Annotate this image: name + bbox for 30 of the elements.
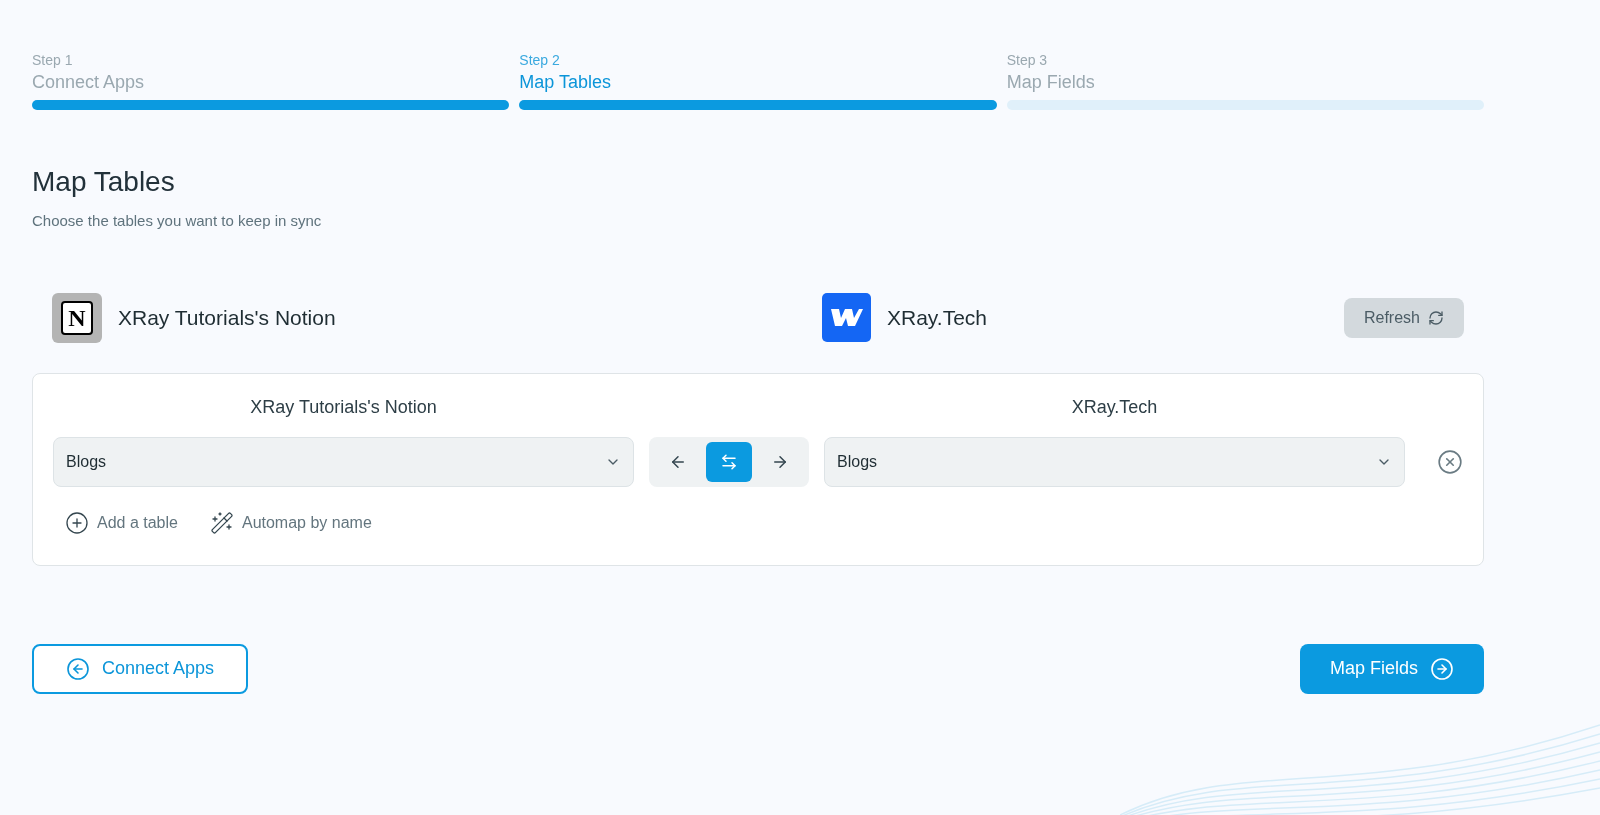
plus-circle-icon [65, 510, 89, 535]
automap-button[interactable]: Automap by name [209, 510, 372, 535]
app-logo: N [52, 292, 102, 343]
next-button[interactable]: Map Fields [1300, 643, 1484, 694]
close-circle-icon [1437, 448, 1463, 475]
arrow-right-circle-icon [1430, 656, 1454, 681]
step-number: Step 2 [519, 51, 560, 70]
step-label: Map Fields [1006, 71, 1095, 94]
column-header: XRay Tutorials's Notion [250, 395, 437, 419]
arrow-left-circle-icon [65, 656, 90, 681]
step-label: Map Tables [519, 71, 612, 94]
source-app-name: XRay Tutorials's Notion [118, 304, 336, 331]
two-way-arrow-button[interactable] [706, 441, 752, 482]
table-select[interactable]: Blogs [824, 436, 1405, 487]
target-app-name: XRay.Tech [887, 304, 987, 331]
remove-row-button[interactable] [1437, 448, 1463, 475]
app-logo [822, 293, 871, 342]
magic-wand-icon [209, 510, 234, 535]
step-label: Connect Apps [32, 71, 145, 94]
table-select[interactable]: Blogs [53, 436, 634, 487]
page-title: Map Tables [32, 165, 175, 199]
refresh-icon [1428, 309, 1444, 326]
refresh-button[interactable]: Refresh [1343, 297, 1464, 338]
column-header: XRay.Tech [1071, 395, 1158, 419]
step-number: Step 1 [32, 51, 73, 70]
two-way-arrow-icon [720, 452, 738, 471]
step-number: Step 3 [1006, 51, 1048, 70]
add-table-button[interactable]: Add a table [65, 510, 178, 535]
back-button[interactable]: Connect Apps [32, 643, 248, 694]
page-subtitle: Choose the tables you want to keep in sync [32, 211, 322, 231]
